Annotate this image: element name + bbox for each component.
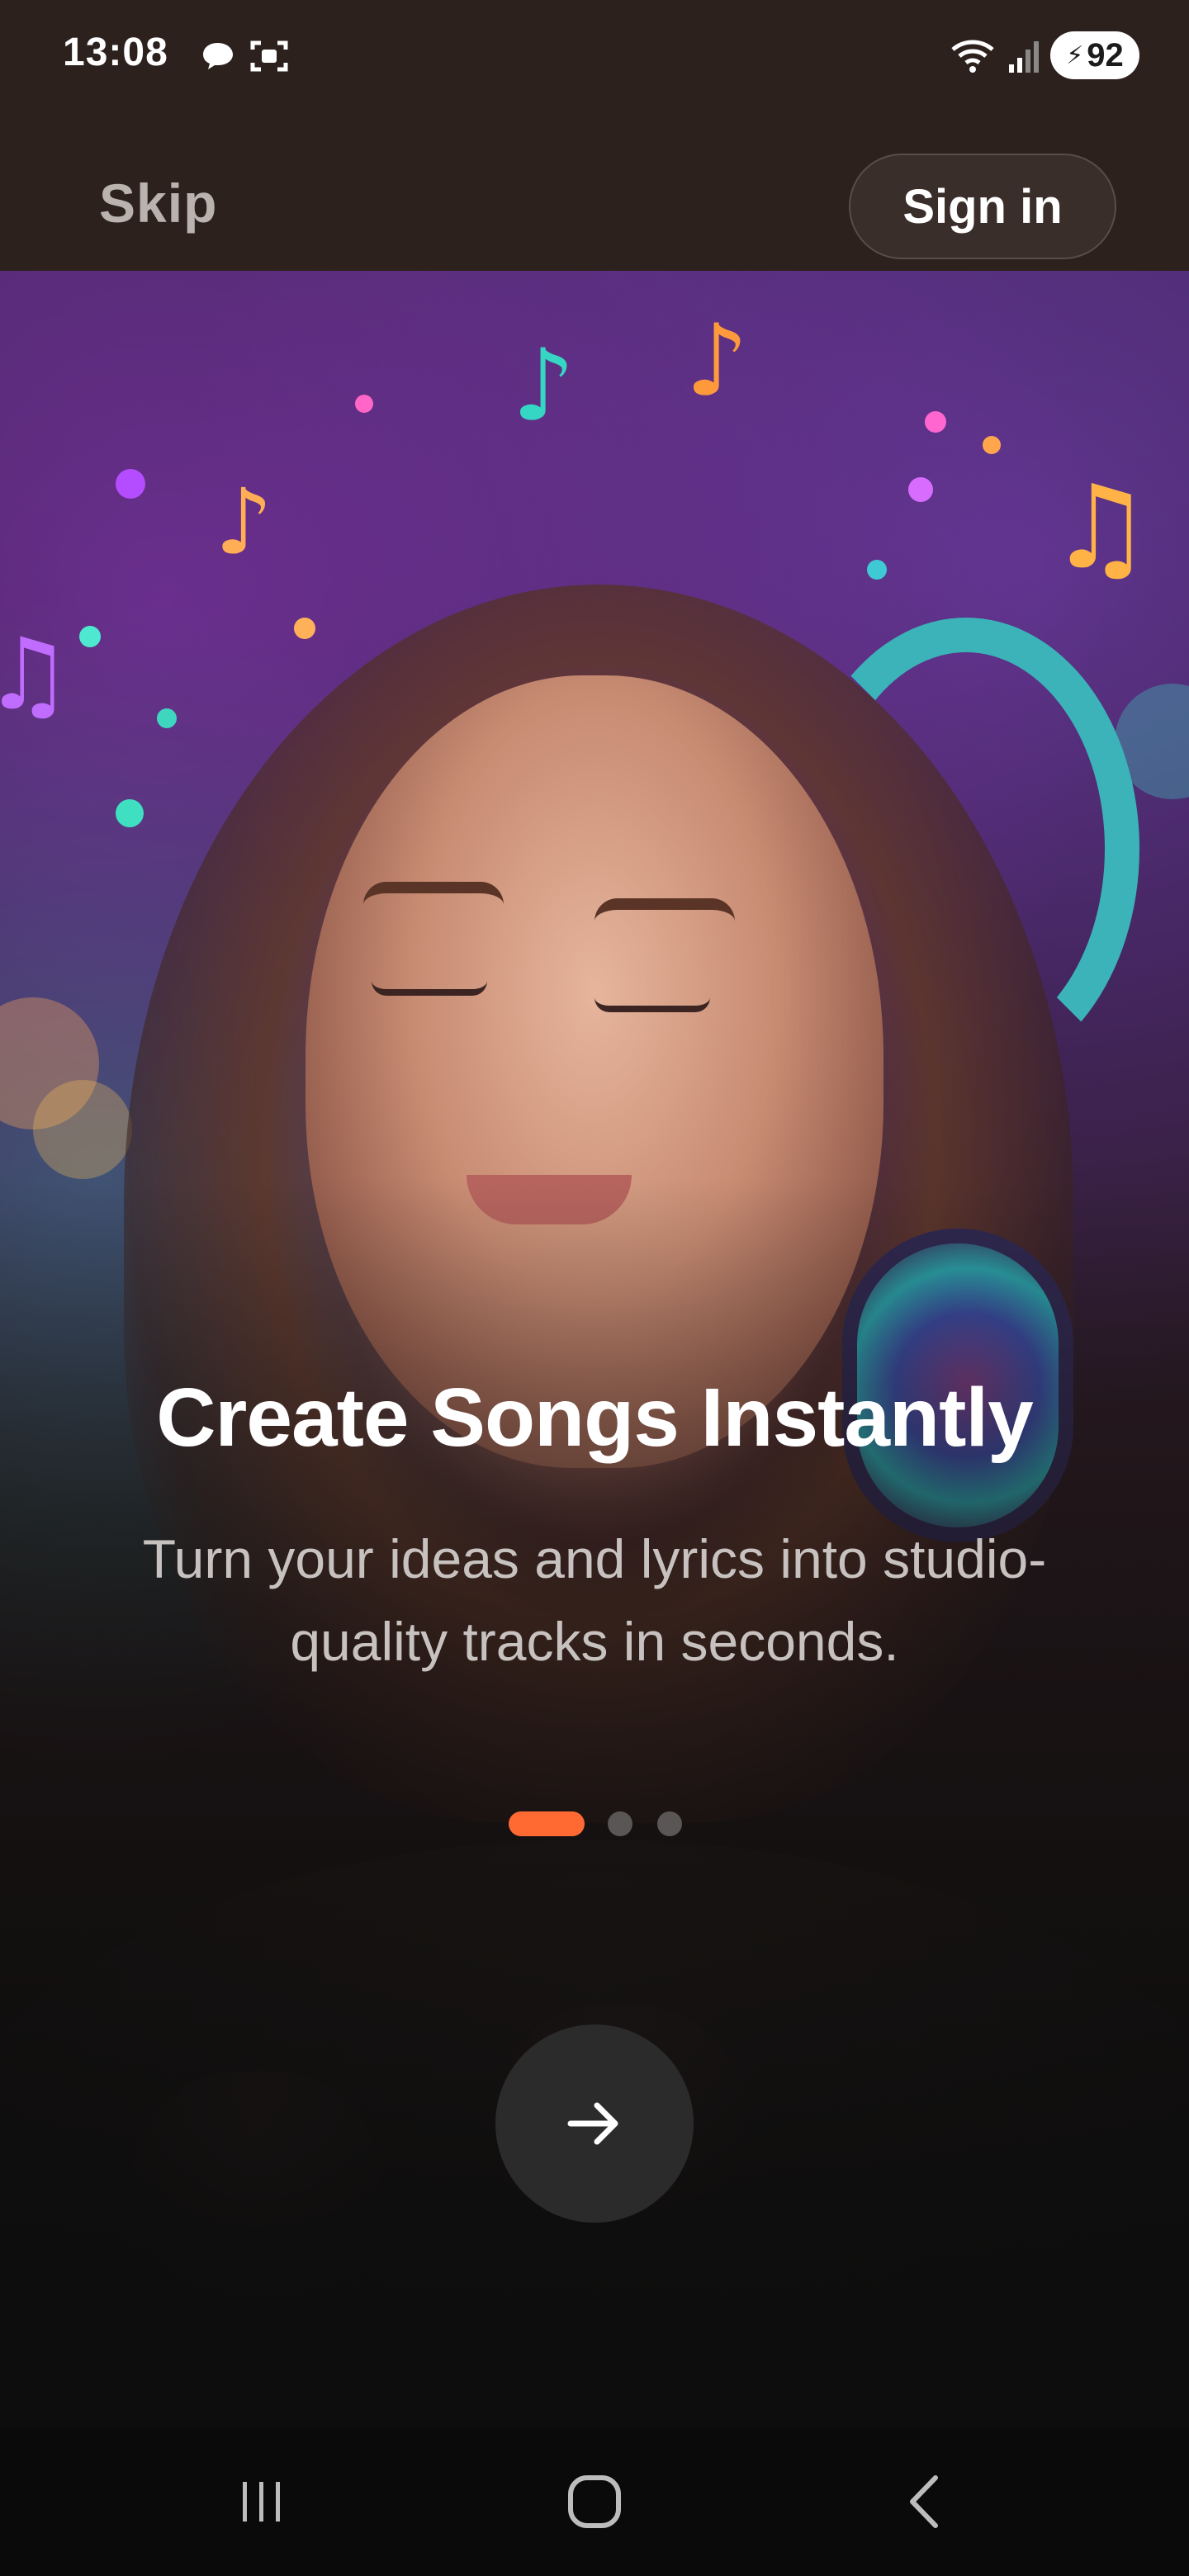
page-dot[interactable] [608,1811,632,1836]
status-bar: 13:08 ⚡ 92 [0,0,1189,116]
back-icon[interactable] [875,2469,974,2535]
recent-apps-icon[interactable] [211,2469,310,2535]
bokeh-dot [908,477,933,502]
battery-level: 92 [1087,36,1124,73]
wifi-icon [950,36,996,76]
bokeh-dot [79,626,101,647]
bokeh-dot [157,708,177,728]
home-icon[interactable] [545,2469,644,2535]
eyebrow [594,898,735,921]
music-note-icon: ♪ [685,304,749,419]
page-dot[interactable] [657,1811,682,1836]
bokeh-dot [983,436,1001,454]
page-indicator [0,1811,1189,1836]
music-note-icon: ♫ [1049,461,1153,595]
bokeh-dot [355,395,373,413]
onboarding-subtitle: Turn your ideas and lyrics into studio-q… [142,1528,1047,1672]
bottom-gradient [0,1179,1189,2427]
eyebrow [363,882,504,905]
arrow-right-icon [567,2102,618,2145]
status-time: 13:08 [63,31,168,74]
next-button[interactable] [495,2024,694,2223]
headphones-band [793,618,1139,1080]
chat-bubble-icon [195,36,241,76]
bokeh-dot [867,560,887,580]
bokeh-dot [294,618,315,639]
bokeh-dot [33,1080,132,1179]
bokeh-dot [116,799,144,827]
music-note-icon: ♪ [215,469,273,575]
page-dot-active[interactable] [509,1811,585,1836]
sign-in-button[interactable]: Sign in [849,154,1116,259]
hero-image: ♪ ♪ ♪ ♫ ♫ Create Songs Instantly Turn yo… [0,271,1189,2427]
top-bar: 13:08 ⚡ 92 Skip Sign in [0,0,1189,271]
system-nav-bar [0,2427,1189,2576]
skip-button[interactable]: Skip [99,172,217,234]
bokeh-dot [925,411,946,433]
music-note-icon: ♪ [512,329,576,443]
battery-icon: ⚡ 92 [1050,31,1139,79]
screenshot-icon [246,36,292,76]
closed-eye [594,997,710,1012]
bokeh-dot [116,469,145,499]
music-note-icon: ♫ [0,618,73,732]
signal-icon [1001,36,1047,76]
closed-eye [372,981,487,996]
onboarding-title: Create Songs Instantly [156,1371,1034,1464]
